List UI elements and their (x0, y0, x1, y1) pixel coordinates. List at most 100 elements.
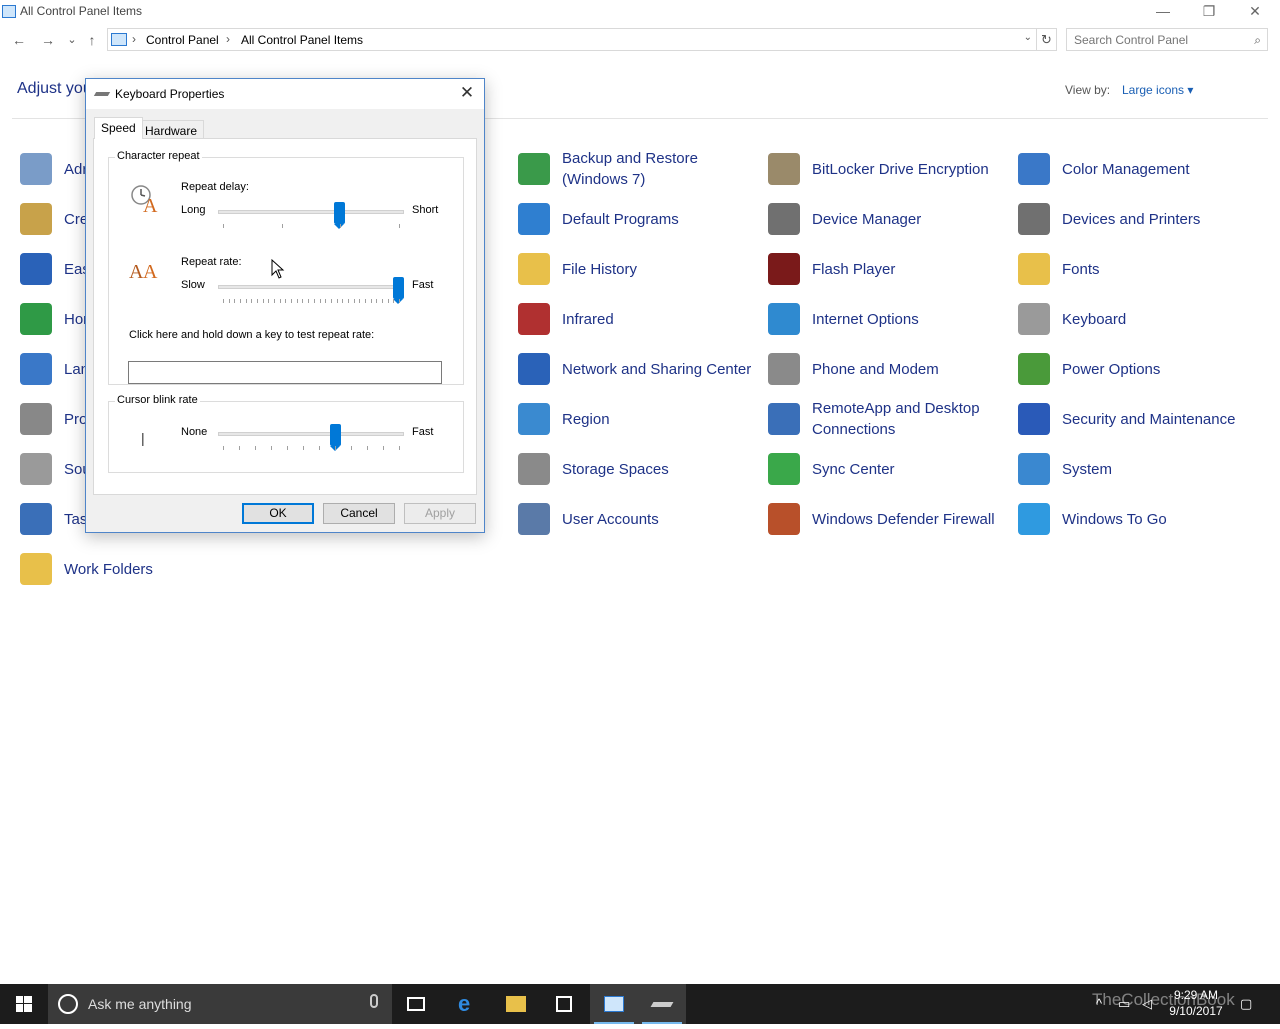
taskbar-keyboard-properties[interactable] (638, 984, 686, 1024)
forward-button[interactable]: → (38, 30, 58, 50)
control-panel-item-label: RemoteApp and Desktop Connections (812, 400, 980, 438)
control-panel-item[interactable]: Windows Defender Firewall (768, 497, 1008, 541)
apply-button[interactable]: Apply (404, 503, 476, 524)
repeat-delay-track[interactable] (218, 210, 404, 214)
control-panel-item[interactable]: Flash Player (768, 247, 1008, 291)
action-center-icon[interactable]: ▢ (1240, 996, 1252, 1012)
taskbar-search-box[interactable]: Ask me anything (48, 984, 392, 1024)
breadcrumb-separator[interactable]: › (226, 32, 230, 46)
restore-button[interactable]: ❐ (1186, 0, 1232, 24)
repeat-delay-max-label: Short (412, 204, 439, 216)
network-icon[interactable]: ▭ (1118, 996, 1130, 1012)
search-input[interactable] (1067, 29, 1237, 50)
control-panel-item[interactable]: User Accounts (518, 497, 758, 541)
breadcrumb-control-panel[interactable]: Control Panel (146, 33, 219, 47)
clock-time: 9:29 AM (1173, 988, 1219, 1002)
control-panel-item[interactable]: Work Folders (20, 547, 260, 591)
control-panel-item[interactable]: File History (518, 247, 758, 291)
dialog-title: Keyboard Properties (115, 87, 225, 101)
system-icon (1018, 453, 1050, 485)
taskbar-control-panel[interactable] (590, 984, 638, 1024)
cursor-blink-track[interactable] (218, 432, 404, 436)
cancel-button[interactable]: Cancel (323, 503, 395, 524)
control-panel-item[interactable]: BitLocker Drive Encryption (768, 147, 1008, 191)
control-panel-item[interactable]: Sync Center (768, 447, 1008, 491)
control-panel-item[interactable]: RemoteApp and Desktop Connections (768, 397, 1008, 441)
folder-icon (506, 996, 526, 1012)
ok-button[interactable]: OK (242, 503, 314, 524)
control-panel-item[interactable]: Network and Sharing Center (518, 347, 758, 391)
recent-locations-button[interactable]: ⌄ (62, 30, 82, 50)
close-button[interactable]: ✕ (1232, 0, 1278, 24)
taskbar-file-explorer[interactable] (492, 984, 540, 1024)
control-panel-item[interactable]: Storage Spaces (518, 447, 758, 491)
control-panel-item-label: Windows To Go (1062, 510, 1167, 528)
control-panel-item[interactable]: Internet Options (768, 297, 1008, 341)
control-panel-item[interactable]: Infrared (518, 297, 758, 341)
show-hidden-icons-icon[interactable]: ^ (1096, 996, 1102, 1011)
control-panel-item-label: File History (562, 260, 638, 278)
repeat-rate-slider[interactable] (393, 277, 404, 304)
fonts-icon (1018, 253, 1050, 285)
view-by-dropdown[interactable]: Large icons ▾ (1122, 83, 1193, 97)
keyboard-properties-dialog: Keyboard Properties ✕ Speed Hardware Cha… (85, 78, 485, 533)
keyboard-icon (93, 92, 111, 96)
control-panel-item[interactable]: Security and Maintenance (1018, 397, 1258, 441)
microphone-icon[interactable] (370, 994, 378, 1008)
sound-icon (20, 453, 52, 485)
security-maintenance-icon (1018, 403, 1050, 435)
dialog-close-button[interactable]: ✕ (456, 83, 478, 105)
control-panel-item[interactable]: Devices and Printers (1018, 197, 1258, 241)
refresh-button[interactable]: ↻ (1037, 28, 1057, 51)
volume-icon[interactable]: ◁ (1142, 996, 1152, 1012)
control-panel-item-label: Storage Spaces (562, 460, 669, 478)
minimize-button[interactable]: — (1140, 0, 1186, 24)
control-panel-item[interactable]: Fonts (1018, 247, 1258, 291)
backup-restore-icon (518, 153, 550, 185)
back-button[interactable]: ← (9, 30, 29, 50)
task-view-button[interactable] (392, 984, 440, 1024)
control-panel-item[interactable]: Windows To Go (1018, 497, 1258, 541)
breadcrumb-separator[interactable]: › (132, 32, 136, 46)
control-panel-item[interactable]: Color Management (1018, 147, 1258, 191)
control-panel-item[interactable]: Backup and Restore (Windows 7) (518, 147, 758, 191)
user-accounts-icon (518, 503, 550, 535)
up-button[interactable]: ↑ (82, 30, 102, 50)
control-panel-item[interactable]: Phone and Modem (768, 347, 1008, 391)
bitlocker-icon (768, 153, 800, 185)
control-panel-item-label: Keyboard (1062, 310, 1127, 328)
navigation-bar: ← → ⌄ ↑ › Control Panel › All Control Pa… (0, 26, 1280, 54)
control-panel-item[interactable]: Device Manager (768, 197, 1008, 241)
tab-hardware[interactable]: Hardware (138, 120, 205, 140)
keyboard-icon (650, 1002, 674, 1007)
test-repeat-input[interactable] (128, 361, 442, 384)
control-panel-item-label: Security and Maintenance (1062, 410, 1236, 428)
cursor-blink-group: Cursor blink rate | None Fast (108, 394, 464, 473)
taskbar-edge[interactable]: e (444, 984, 492, 1024)
control-panel-item-label: Color Management (1062, 160, 1190, 178)
repeat-rate-track[interactable] (218, 285, 404, 289)
control-panel-item[interactable]: System (1018, 447, 1258, 491)
dialog-titlebar[interactable]: Keyboard Properties ✕ (86, 79, 484, 109)
control-panel-item[interactable]: Region (518, 397, 758, 441)
taskbar-store[interactable] (540, 984, 588, 1024)
search-box[interactable]: ⌕ (1066, 28, 1268, 51)
cursor-blink-slider[interactable] (330, 424, 341, 451)
address-bar[interactable]: › Control Panel › All Control Panel Item… (107, 28, 1037, 51)
group-title: Character repeat (115, 150, 202, 162)
taskbar-search-text: Ask me anything (88, 996, 192, 1012)
programs-icon (20, 403, 52, 435)
control-panel-item[interactable]: Default Programs (518, 197, 758, 241)
tab-speed[interactable]: Speed (94, 117, 143, 139)
control-panel-icon (2, 5, 16, 18)
control-panel-item[interactable]: Keyboard (1018, 297, 1258, 341)
repeat-delay-slider[interactable] (333, 202, 345, 229)
chevron-down-icon[interactable]: ⌄ (1024, 32, 1032, 43)
clock[interactable]: 9:29 AM 9/10/2017 (1168, 987, 1224, 1019)
breadcrumb-all-items[interactable]: All Control Panel Items (241, 33, 363, 47)
control-panel-item[interactable]: Power Options (1018, 347, 1258, 391)
file-history-icon (518, 253, 550, 285)
search-icon[interactable]: ⌕ (1254, 33, 1261, 48)
repeat-delay-ticks (223, 224, 400, 229)
start-button[interactable] (0, 984, 48, 1024)
